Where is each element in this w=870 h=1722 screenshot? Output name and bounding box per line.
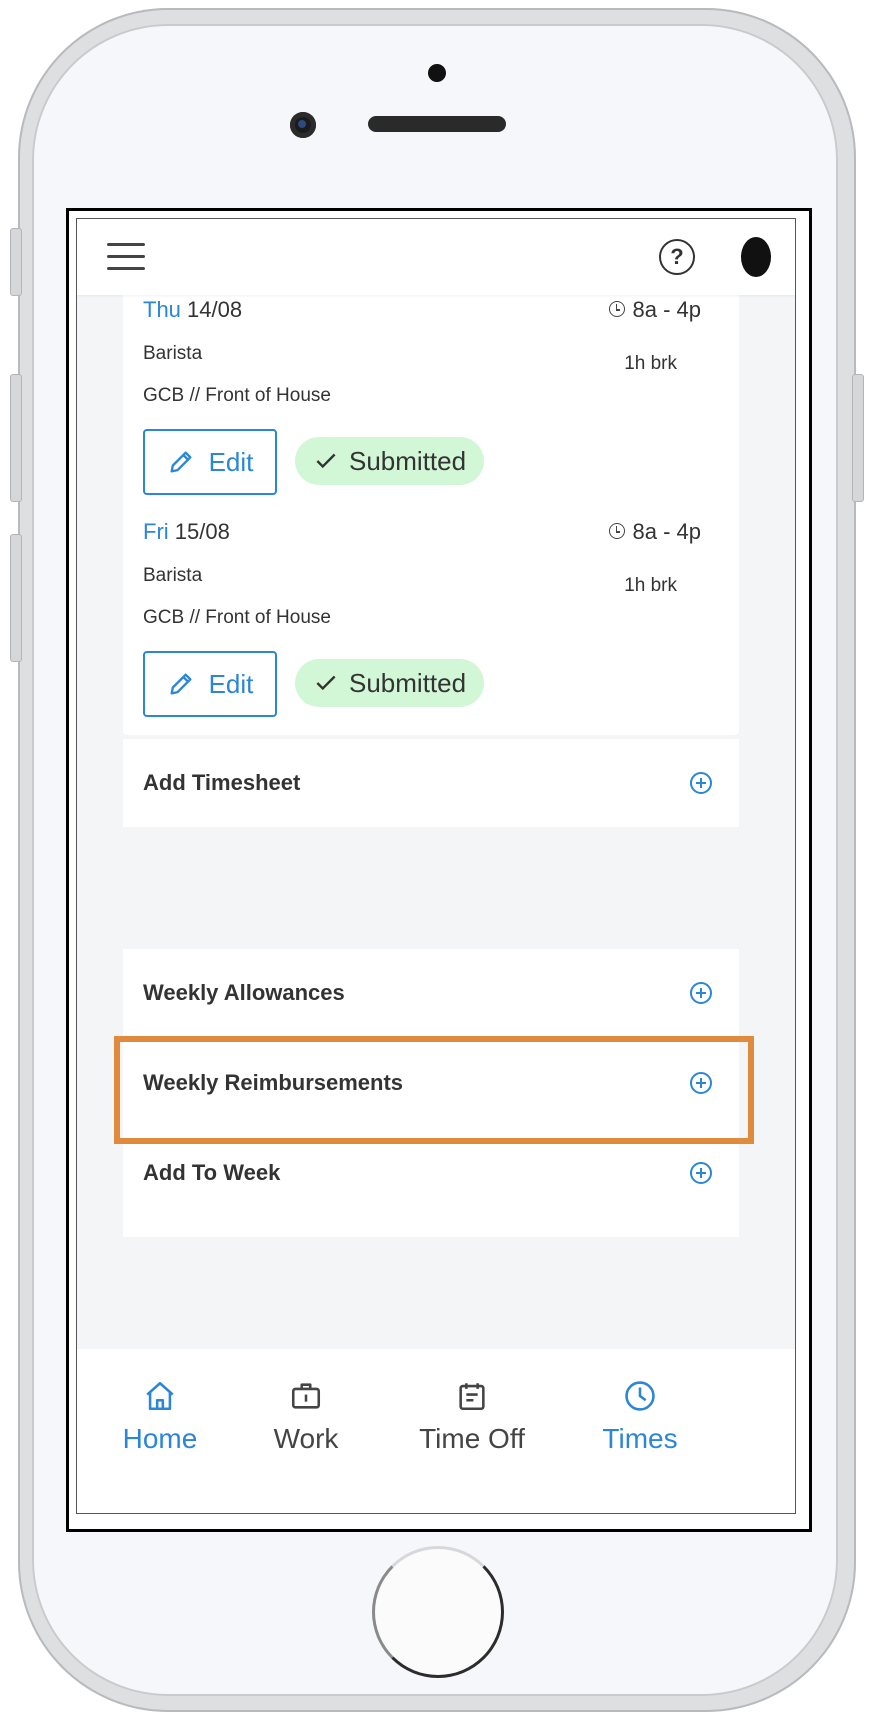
shift-date: Thu 14/08 [143, 297, 242, 323]
weekly-allowances-row[interactable]: Weekly Allowances [123, 949, 739, 1037]
weekly-allowances-label: Weekly Allowances [143, 980, 345, 1005]
shift-date: Fri 15/08 [143, 519, 230, 545]
shift-break: 1h brk [624, 575, 677, 596]
shift-date-value: 15/08 [174, 519, 230, 544]
edit-button-label: Edit [208, 446, 254, 477]
front-camera-icon [290, 112, 316, 138]
edit-button-label: Edit [208, 668, 254, 699]
status-label: Submitted [349, 667, 467, 698]
volume-up-button [10, 374, 22, 502]
shift-time: 8a - 4p [608, 519, 702, 545]
shift-location: GCB // Front of House [143, 385, 331, 406]
shift-day-of-week: Thu [143, 297, 181, 322]
plus-circle-icon[interactable] [689, 1161, 713, 1185]
tab-times[interactable]: Times [555, 1379, 725, 1455]
help-question-icon[interactable]: ? [659, 239, 695, 275]
clock-icon [608, 523, 625, 540]
timesheet-content: Thu 14/08 8a - 4p Barista 1h brk GCB // … [87, 285, 785, 1349]
status-label: Submitted [349, 445, 467, 476]
tab-time-off[interactable]: Time Off [387, 1379, 557, 1455]
tab-home-label: Home [122, 1423, 198, 1454]
add-timesheet-label: Add Timesheet [143, 770, 301, 795]
hamburger-menu-icon[interactable] [107, 243, 145, 273]
add-timesheet-row[interactable]: Add Timesheet [123, 739, 739, 827]
volume-down-button [10, 534, 22, 662]
app-screen: ? Thu 14/08 8a - 4p Barista 1h brk GCB /… [76, 218, 796, 1514]
proximity-sensor [428, 64, 446, 82]
calendar-icon [459, 1383, 485, 1411]
edit-button[interactable]: Edit [143, 429, 277, 495]
mute-switch [10, 228, 22, 296]
shift-time: 8a - 4p [608, 297, 702, 323]
pencil-icon [170, 673, 192, 695]
shift-break: 1h brk [624, 353, 677, 374]
power-button [852, 374, 864, 502]
status-badge: Submitted [295, 437, 485, 485]
highlight-box [114, 1036, 754, 1144]
shift-day-of-week: Fri [143, 519, 169, 544]
phone-home-button[interactable] [372, 1546, 504, 1678]
shift-card: Thu 14/08 8a - 4p Barista 1h brk GCB // … [123, 285, 739, 513]
app-header: ? [77, 219, 795, 295]
check-icon [316, 453, 336, 469]
tab-time-off-label: Time Off [419, 1423, 525, 1454]
shift-role: Barista [143, 565, 203, 586]
bottom-tab-bar: Home Work Time Off Times [77, 1349, 795, 1513]
status-badge: Submitted [295, 659, 485, 707]
home-icon [146, 1381, 174, 1411]
shift-card: Fri 15/08 8a - 4p Barista 1h brk GCB // … [123, 507, 739, 735]
tab-times-label: Times [602, 1423, 678, 1454]
shift-time-value: 8a - 4p [632, 297, 702, 322]
edit-button[interactable]: Edit [143, 651, 277, 717]
plus-circle-icon[interactable] [689, 771, 713, 795]
tab-home[interactable]: Home [77, 1379, 245, 1455]
shift-time-value: 8a - 4p [632, 519, 702, 544]
clock-icon [608, 301, 625, 318]
shift-role: Barista [143, 343, 203, 364]
shift-location: GCB // Front of House [143, 607, 331, 628]
avatar[interactable] [741, 237, 771, 277]
pencil-icon [170, 451, 192, 473]
clock-icon [625, 1381, 655, 1411]
briefcase-icon [291, 1383, 321, 1409]
tab-work-label: Work [273, 1423, 339, 1454]
plus-circle-icon[interactable] [689, 981, 713, 1005]
shift-date-value: 14/08 [187, 297, 243, 322]
tab-work[interactable]: Work [221, 1379, 391, 1455]
earpiece-speaker [368, 116, 506, 132]
check-icon [316, 675, 336, 691]
